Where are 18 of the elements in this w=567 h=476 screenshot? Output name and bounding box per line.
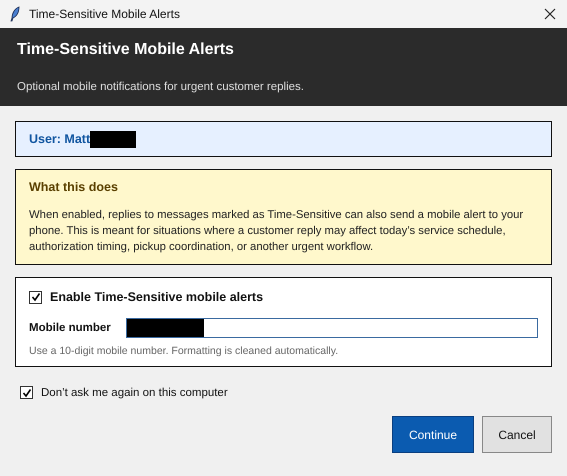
checkbox-label: Enable Time-Sensitive mobile alerts: [50, 290, 264, 304]
user-label: User: Matt: [29, 132, 90, 146]
continue-button[interactable]: Continue: [392, 416, 474, 453]
dialog-subtitle: Optional mobile notifications for urgent customer replies.: [17, 81, 306, 93]
info-text: When enabled, replies to messages marked as Time-Sensitive can also send a mobile alert to your phone. This is meant for situations where a customer reply may affect today’s service schedule, authorization timing, pickup coordination, or another urgent workflow.: [29, 208, 524, 255]
close-icon[interactable]: [544, 8, 556, 20]
checkbox-label: Don’t ask me again on this computer: [41, 386, 228, 398]
field-label: Mobile number: [29, 322, 112, 334]
cancel-button[interactable]: Cancel: [482, 416, 552, 453]
feather-icon: [10, 6, 20, 22]
redaction-block: [90, 130, 136, 148]
window-title: Time-Sensitive Mobile Alerts: [29, 7, 181, 21]
field-hint: Use a 10-digit mobile number. Formatting is cleaned automatically.: [29, 345, 340, 357]
checkbox[interactable]: [29, 290, 42, 304]
info-title: What this does: [29, 180, 119, 194]
mobile-number-field[interactable]: [126, 318, 538, 338]
checkbox[interactable]: [20, 386, 33, 399]
dialog-title: Time-Sensitive Mobile Alerts: [17, 41, 235, 59]
